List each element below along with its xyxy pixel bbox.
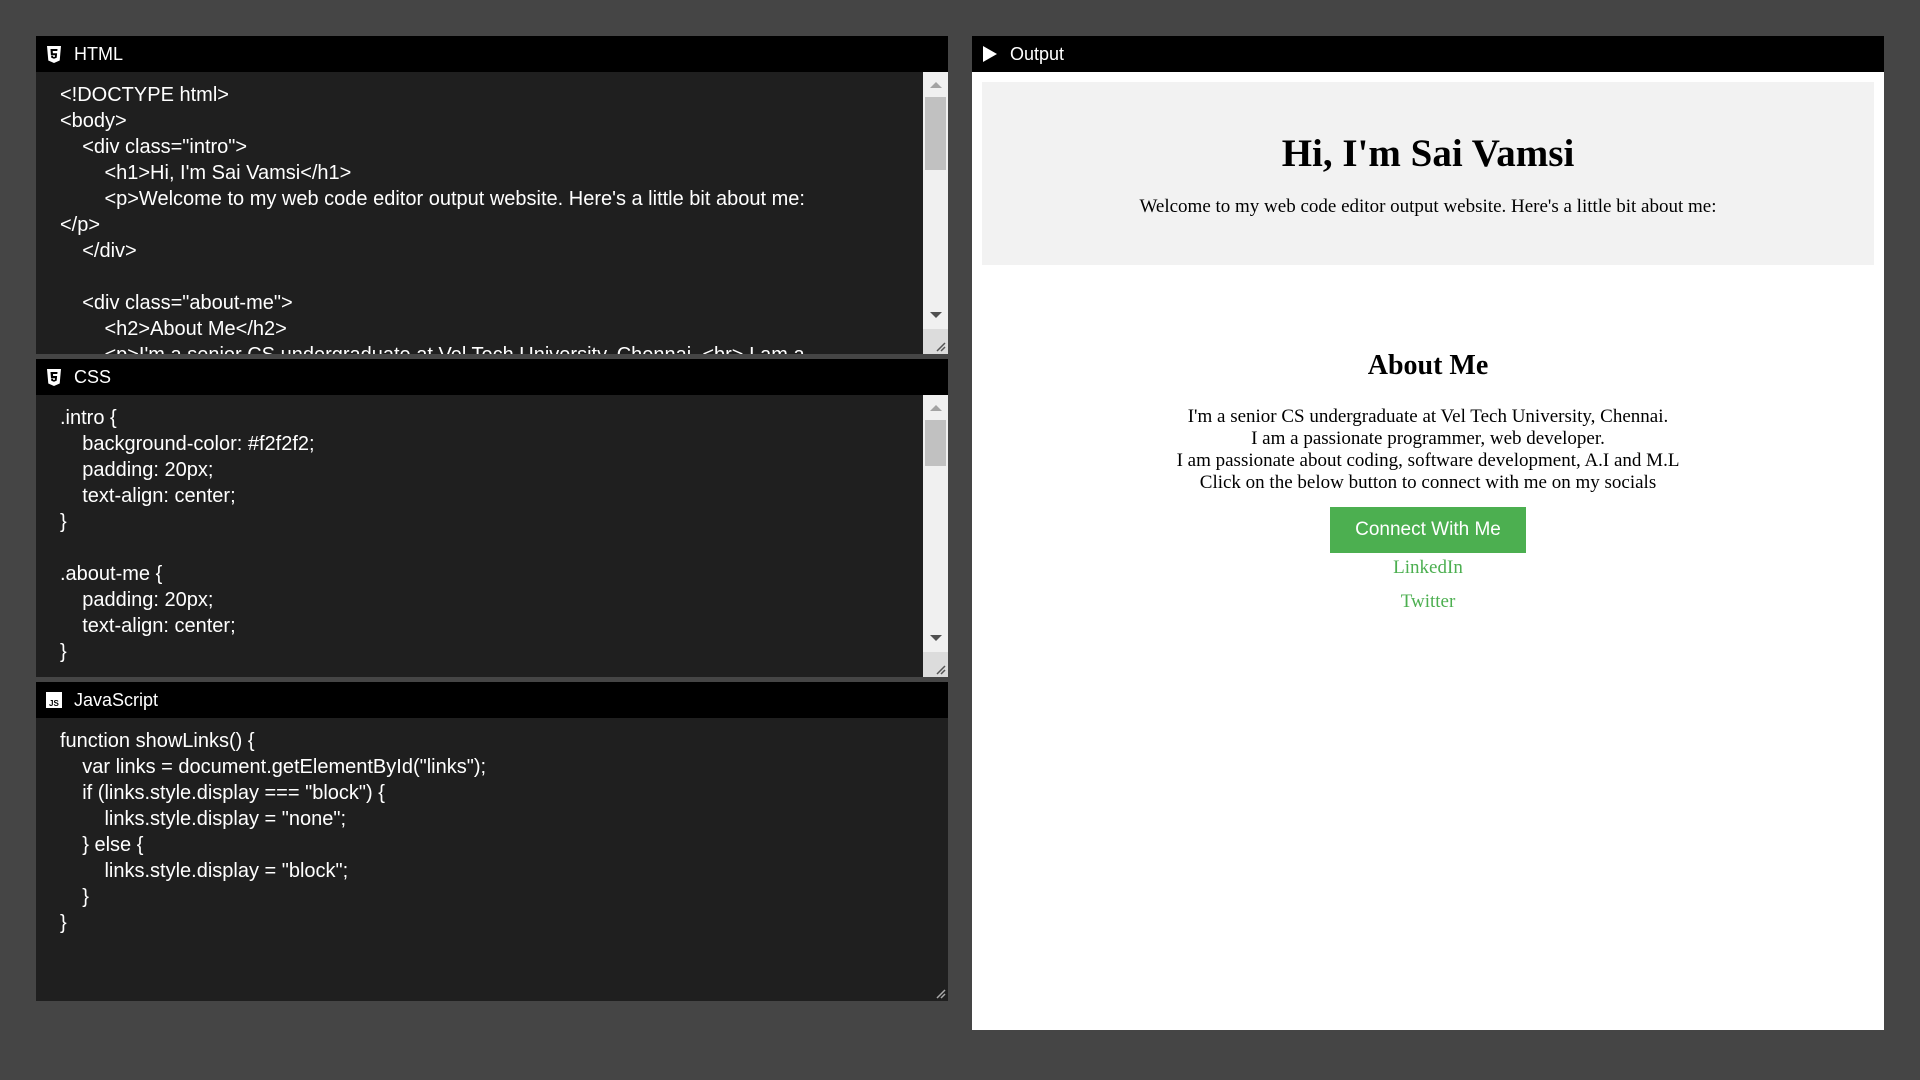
html-editor-panel: HTML <!DOCTYPE html> <body> <div class="i… bbox=[36, 36, 948, 354]
code-line: var links = document.getElementById("lin… bbox=[60, 756, 487, 778]
code-line: text-align: center; bbox=[60, 615, 236, 637]
html-panel-header: HTML bbox=[36, 36, 948, 72]
code-line: text-align: center; bbox=[60, 485, 236, 507]
html5-icon bbox=[46, 45, 62, 63]
code-line: </p> bbox=[60, 214, 101, 236]
css-panel-header: CSS bbox=[36, 359, 948, 395]
output-panel-title: Output bbox=[1010, 43, 1065, 64]
code-line: links.style.display = "block"; bbox=[60, 860, 349, 882]
play-icon bbox=[982, 45, 998, 63]
code-line: <h2>About Me</h2> bbox=[60, 318, 287, 340]
html-code-editor[interactable]: <!DOCTYPE html> <body> <div class="intro"… bbox=[36, 72, 923, 354]
output-panel-header: Output bbox=[972, 36, 1884, 72]
code-line: <div class="intro"> bbox=[60, 136, 248, 158]
resize-grip-icon[interactable] bbox=[934, 987, 946, 999]
code-line: <h1>Hi, I'm Sai Vamsi</h1> bbox=[60, 162, 352, 184]
code-line: <p>I'm a senior CS undergraduate at Vel … bbox=[60, 342, 923, 354]
output-panel: Output Hi, I'm Sai Vamsi Welcome to my w… bbox=[972, 36, 1884, 1030]
bio-text: I'm a senior CS undergraduate at Vel Tec… bbox=[972, 406, 1884, 494]
code-line: padding: 20px; bbox=[60, 589, 214, 611]
connect-with-me-button[interactable]: Connect With Me bbox=[1330, 507, 1526, 553]
js-panel-title: JavaScript bbox=[74, 689, 159, 710]
code-line: <p>Welcome to my web code editor output … bbox=[60, 188, 805, 210]
code-line: } bbox=[60, 912, 67, 934]
about-heading: About Me bbox=[1367, 350, 1489, 381]
code-line: } bbox=[60, 641, 67, 663]
css-editor-panel: CSS .intro { background-color: #f2f2f2; … bbox=[36, 359, 948, 677]
css-scroll-thumb[interactable] bbox=[925, 420, 946, 466]
code-line: background-color: #f2f2f2; bbox=[60, 433, 315, 455]
css-scrollbar[interactable] bbox=[923, 395, 948, 677]
js-icon: JS bbox=[46, 691, 62, 709]
code-line: padding: 20px; bbox=[60, 459, 214, 481]
code-line: <!DOCTYPE html> bbox=[60, 84, 229, 106]
bio-line: I am passionate about coding, software d… bbox=[1176, 450, 1680, 471]
html-scroll-thumb[interactable] bbox=[925, 97, 946, 170]
svg-text:JS: JS bbox=[49, 699, 59, 708]
resize-grip-icon[interactable] bbox=[934, 340, 946, 352]
scroll-up-arrow-icon[interactable] bbox=[930, 405, 942, 411]
code-line: <body> bbox=[60, 110, 127, 132]
scroll-down-arrow-icon[interactable] bbox=[930, 312, 942, 318]
resize-corner[interactable] bbox=[923, 652, 948, 677]
html-panel-title: HTML bbox=[74, 43, 123, 64]
code-line: } bbox=[60, 511, 67, 533]
js-code-editor[interactable]: function showLinks() { var links = docum… bbox=[36, 718, 948, 1001]
intro-section: Hi, I'm Sai Vamsi Welcome to my web code… bbox=[982, 82, 1874, 265]
scroll-up-arrow-icon[interactable] bbox=[930, 82, 942, 88]
code-line: links.style.display = "none"; bbox=[60, 808, 346, 830]
bio-line: I'm a senior CS undergraduate at Vel Tec… bbox=[1187, 406, 1669, 427]
html-scrollbar[interactable] bbox=[923, 72, 948, 354]
resize-corner[interactable] bbox=[923, 329, 948, 354]
intro-heading: Hi, I'm Sai Vamsi bbox=[1281, 132, 1575, 175]
bio-line: Click on the below button to connect wit… bbox=[1199, 472, 1657, 493]
scroll-down-arrow-icon[interactable] bbox=[930, 635, 942, 641]
css-panel-title: CSS bbox=[74, 366, 112, 387]
js-panel-header: JS JavaScript bbox=[36, 682, 948, 718]
code-line: </div> bbox=[60, 240, 137, 262]
resize-grip-icon[interactable] bbox=[934, 663, 946, 675]
js-editor-panel: JS JavaScript function showLinks() { var… bbox=[36, 682, 948, 1001]
code-line: .intro { bbox=[60, 407, 117, 429]
code-line: } bbox=[60, 886, 89, 908]
code-line: <div class="about-me"> bbox=[60, 292, 293, 314]
code-line: if (links.style.display === "block") { bbox=[60, 782, 385, 804]
code-line: function showLinks() { bbox=[60, 730, 255, 752]
intro-text: Welcome to my web code editor output web… bbox=[1139, 196, 1717, 217]
bio-line: I am a passionate programmer, web develo… bbox=[1251, 428, 1605, 449]
css-code-editor[interactable]: .intro { background-color: #f2f2f2; padd… bbox=[36, 395, 923, 677]
code-line: } else { bbox=[60, 834, 144, 856]
twitter-link[interactable]: Twitter bbox=[972, 591, 1884, 613]
code-line: .about-me { bbox=[60, 563, 163, 585]
linkedin-link[interactable]: LinkedIn bbox=[972, 557, 1884, 579]
css3-icon bbox=[46, 368, 62, 386]
